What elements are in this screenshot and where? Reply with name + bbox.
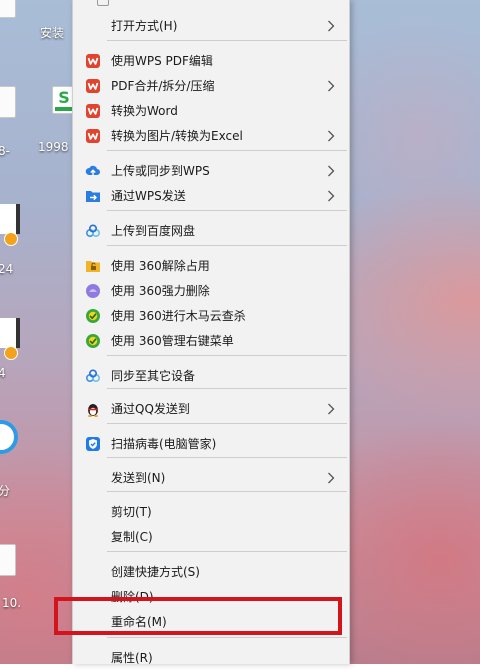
menu-item-send-via-qq[interactable]: 通过QQ发送到 (73, 397, 349, 421)
desktop-icon-label: 安装 (40, 26, 65, 40)
menu-separator (107, 40, 347, 41)
rename-highlight-box (54, 597, 342, 635)
desktop-icon-label: 分 (0, 484, 11, 498)
menu-item-create-shortcut[interactable]: 创建快捷方式(S) (73, 560, 349, 584)
menu-item-convert-to-word[interactable]: 转换为Word (73, 99, 349, 123)
video-file-icon[interactable] (0, 204, 20, 234)
play-badge-icon (4, 346, 18, 360)
force-delete-icon (85, 283, 101, 299)
menu-item-360-manage-context-menu[interactable]: 使用 360管理右键菜单 (73, 329, 349, 353)
desktop-icon-label: 1998 (38, 140, 69, 154)
menu-item-label: 转换为Word (111, 104, 178, 118)
play-badge-icon (4, 232, 18, 246)
send-folder-icon (85, 188, 101, 204)
menu-item-sync-other-devices[interactable]: 同步至其它设备 (73, 364, 349, 388)
menu-separator (107, 150, 347, 151)
menu-item-label: 使用 360强力删除 (111, 284, 210, 298)
chevron-right-icon (325, 188, 337, 204)
menu-item-properties[interactable]: 属性(R) (73, 646, 349, 670)
desktop-icon-label: 10. (2, 596, 22, 610)
menu-separator (107, 551, 347, 552)
menu-item-label: 使用 360进行木马云查杀 (111, 309, 246, 323)
chevron-right-icon (325, 163, 337, 179)
menu-item-convert-to-image-excel[interactable]: 转换为图片/转换为Excel (73, 124, 349, 148)
menu-item-label: 打开方式(H) (111, 19, 178, 33)
desktop-icon-label: 4 (0, 366, 6, 380)
menu-separator (107, 637, 347, 638)
unlock-folder-icon (85, 258, 101, 274)
document-icon[interactable] (0, 544, 16, 576)
menu-separator (107, 457, 347, 458)
chevron-right-icon (325, 128, 337, 144)
menu-item-label: 使用 360解除占用 (111, 259, 210, 273)
menu-item-wps-pdf-edit[interactable]: 使用WPS PDF编辑 (73, 49, 349, 73)
wps-pdf-icon (85, 103, 101, 119)
menu-item-label: 使用 360管理右键菜单 (111, 334, 234, 348)
menu-separator (107, 355, 347, 356)
menu-item-label: 创建快捷方式(S) (111, 565, 200, 579)
baidu-netdisk-icon (85, 368, 101, 384)
menu-item-label: 转换为图片/转换为Excel (111, 129, 243, 143)
video-file-icon[interactable] (0, 318, 20, 348)
menu-item-label: 通过WPS发送 (111, 189, 186, 203)
menu-separator (107, 491, 347, 492)
menu-item-label: 通过QQ发送到 (111, 402, 190, 416)
menu-item-label: 剪切(T) (111, 505, 152, 519)
menu-item-pdf-merge-split-compress[interactable]: PDF合并/拆分/压缩 (73, 74, 349, 98)
360-scan-icon (85, 333, 101, 349)
menu-item-label: PDF合并/拆分/压缩 (111, 79, 215, 93)
wps-pdf-icon (85, 53, 101, 69)
menu-separator (107, 210, 347, 211)
menu-item-send-via-wps[interactable]: 通过WPS发送 (73, 184, 349, 208)
menu-item-label: 上传或同步到WPS (111, 164, 210, 178)
menu-item-copy[interactable]: 复制(C) (73, 525, 349, 549)
cloud-upload-icon (85, 163, 101, 179)
menu-top-edge (97, 0, 109, 6)
chevron-right-icon (325, 18, 337, 34)
menu-item-label: 上传到百度网盘 (111, 224, 196, 238)
menu-separator (107, 388, 347, 389)
menu-item-open-with[interactable]: 打开方式(H) (73, 14, 349, 38)
menu-item-360-unlock[interactable]: 使用 360解除占用 (73, 254, 349, 278)
360-scan-icon (85, 308, 101, 324)
app-shortcut-icon[interactable] (0, 420, 18, 454)
menu-item-wps-upload-sync[interactable]: 上传或同步到WPS (73, 159, 349, 183)
menu-separator (107, 245, 347, 246)
menu-item-upload-baidu-netdisk[interactable]: 上传到百度网盘 (73, 219, 349, 243)
baidu-netdisk-icon (85, 223, 101, 239)
desktop-icon-label: 24 (0, 262, 14, 276)
document-icon[interactable] (0, 86, 16, 118)
wps-pdf-icon (85, 128, 101, 144)
menu-item-label: 扫描病毒(电脑管家) (111, 437, 217, 451)
menu-item-360-force-delete[interactable]: 使用 360强力删除 (73, 279, 349, 303)
menu-item-virus-scan-pc-manager[interactable]: 扫描病毒(电脑管家) (73, 432, 349, 456)
file-icon[interactable] (0, 0, 16, 18)
menu-item-label: 同步至其它设备 (111, 369, 196, 383)
chevron-right-icon (325, 401, 337, 417)
menu-item-cut[interactable]: 剪切(T) (73, 500, 349, 524)
menu-item-send-to[interactable]: 发送到(N) (73, 466, 349, 490)
menu-item-360-trojan-scan[interactable]: 使用 360进行木马云查杀 (73, 304, 349, 328)
chevron-right-icon (325, 470, 337, 486)
wps-pdf-icon (85, 78, 101, 94)
menu-item-label: 发送到(N) (111, 471, 166, 485)
shield-scan-icon (85, 436, 101, 452)
chevron-right-icon (325, 78, 337, 94)
qq-penguin-icon (85, 401, 101, 417)
context-menu: 打开方式(H) 使用WPS PDF编辑 PDF合并/拆分/压缩 转换为Word 转换为图… (72, 0, 350, 665)
menu-item-label: 复制(C) (111, 530, 153, 544)
desktop-icon-label: 8- (0, 144, 10, 158)
menu-item-label: 使用WPS PDF编辑 (111, 54, 213, 68)
menu-separator (107, 423, 347, 424)
